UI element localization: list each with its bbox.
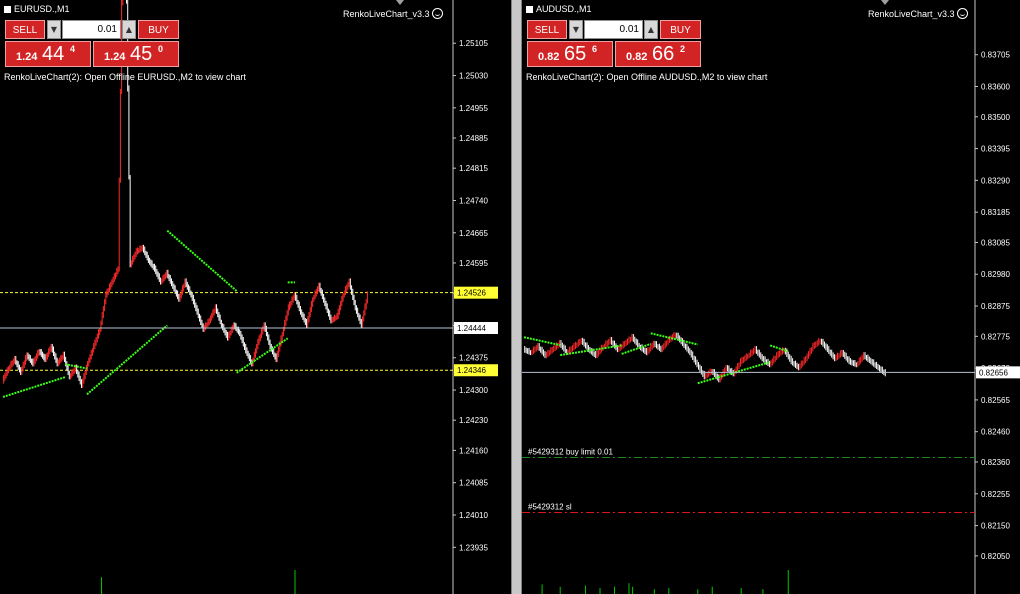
axis-tick-label: 0.82360 <box>981 458 1010 467</box>
axis-tick-label: 0.82255 <box>981 490 1010 499</box>
chart-menu-icon[interactable] <box>4 6 11 13</box>
chart-window-audusd[interactable]: 0.83705 0.83600 0.83500 0.83395 0.83290 0.831… <box>522 0 1020 594</box>
axis-tick-label: 0.82980 <box>981 270 1010 279</box>
bid-price-label: 1.24444 <box>457 324 486 333</box>
axis-tick-label: 0.82875 <box>981 302 1010 311</box>
pane-splitter[interactable] <box>511 0 522 594</box>
arrow-down-icon[interactable]: ▼ <box>569 20 583 39</box>
order-line-label: #5429312 sl <box>528 503 572 512</box>
axis-tick-label: 0.82150 <box>981 522 1010 531</box>
axis-tick-label: 1.24375 <box>459 354 488 363</box>
axis-tick-label: 1.24010 <box>459 511 488 520</box>
one-click-trading-panel: SELL ▼ 0.01 ▲ BUY 1.24 44 4 1.24 45 0 <box>5 20 180 67</box>
axis-tick-label: 0.82460 <box>981 428 1010 437</box>
axis-tick-label: 1.25105 <box>459 39 488 48</box>
buy-price-button[interactable]: 0.82 66 2 <box>615 41 701 67</box>
axis-tick-label: 1.24955 <box>459 104 488 113</box>
axis-tick-label: 1.25030 <box>459 72 488 81</box>
price-chart-audusd[interactable]: 0.83705 0.83600 0.83500 0.83395 0.83290 0.831… <box>522 0 1020 594</box>
volume-input[interactable]: 0.01 <box>62 20 121 39</box>
smiley-icon <box>431 8 443 19</box>
buy-button[interactable]: BUY <box>138 20 179 39</box>
axis-tick-label: 0.83085 <box>981 238 1010 247</box>
chart-comment: RenkoLiveChart(2): Open Offline AUDUSD.,… <box>526 72 768 82</box>
buy-price-button[interactable]: 1.24 45 0 <box>93 41 179 67</box>
sell-price-button[interactable]: 1.24 44 4 <box>5 41 91 67</box>
chart-comment: RenkoLiveChart(2): Open Offline EURUSD.,… <box>4 72 246 82</box>
axis-tick-label: 0.82565 <box>981 396 1010 405</box>
smiley-icon <box>956 8 968 19</box>
window-corner-icon <box>396 0 404 5</box>
sell-button[interactable]: SELL <box>5 20 45 39</box>
axis-tick-label: 0.83600 <box>981 83 1010 92</box>
axis-tick-label: 1.24300 <box>459 386 488 395</box>
axis-tick-label: 0.83185 <box>981 208 1010 217</box>
axis-tick-label: 0.83705 <box>981 51 1010 60</box>
axis-tick-label: 1.24230 <box>459 416 488 425</box>
arrow-up-icon[interactable]: ▲ <box>122 20 136 39</box>
axis-tick-label: 0.83395 <box>981 145 1010 154</box>
bid-price-label: 0.82656 <box>979 368 1008 377</box>
axis-tick-label: 1.24665 <box>459 229 488 238</box>
chart-window-eurusd[interactable]: 1.25105 1.25030 1.24955 1.24885 1.24815 1.247… <box>0 0 511 594</box>
axis-tick-label: 1.24595 <box>459 259 488 268</box>
sell-button[interactable]: SELL <box>527 20 567 39</box>
axis-tick-label: 0.82050 <box>981 552 1010 561</box>
axis-tick-label: 1.24740 <box>459 196 488 205</box>
trend-line <box>523 336 561 347</box>
window-corner-icon <box>881 0 889 5</box>
indicator-label[interactable]: RenkoLiveChart_v3.3 <box>868 8 968 19</box>
horizontal-line-price-label: 1.24526 <box>457 289 486 298</box>
buy-button[interactable]: BUY <box>660 20 701 39</box>
axis-tick-label: 1.24085 <box>459 479 488 488</box>
one-click-trading-panel: SELL ▼ 0.01 ▲ BUY 0.82 65 6 0.82 66 2 <box>527 20 702 67</box>
chart-title: AUDUSD.,M1 <box>526 4 592 14</box>
axis-tick-label: 1.24160 <box>459 446 488 455</box>
trend-line <box>2 376 66 398</box>
axis-tick-label: 1.24815 <box>459 164 488 173</box>
chart-menu-icon[interactable] <box>526 6 533 13</box>
chart-title: EURUSD.,M1 <box>4 4 70 14</box>
sell-price-button[interactable]: 0.82 65 6 <box>527 41 613 67</box>
arrow-down-icon[interactable]: ▼ <box>47 20 61 39</box>
axis-tick-label: 1.23935 <box>459 543 488 552</box>
axis-tick-label: 0.83290 <box>981 176 1010 185</box>
horizontal-line-price-label: 1.24346 <box>457 366 486 375</box>
indicator-label[interactable]: RenkoLiveChart_v3.3 <box>343 8 443 19</box>
axis-tick-label: 0.82775 <box>981 332 1010 341</box>
axis-tick-label: 0.83500 <box>981 113 1010 122</box>
order-line-label: #5429312 buy limit 0.01 <box>528 447 614 456</box>
price-chart-eurusd[interactable]: 1.25105 1.25030 1.24955 1.24885 1.24815 1.247… <box>0 0 511 594</box>
axis-tick-label: 1.24885 <box>459 134 488 143</box>
trend-line <box>166 229 238 292</box>
arrow-up-icon[interactable]: ▲ <box>644 20 658 39</box>
volume-input[interactable]: 0.01 <box>584 20 643 39</box>
